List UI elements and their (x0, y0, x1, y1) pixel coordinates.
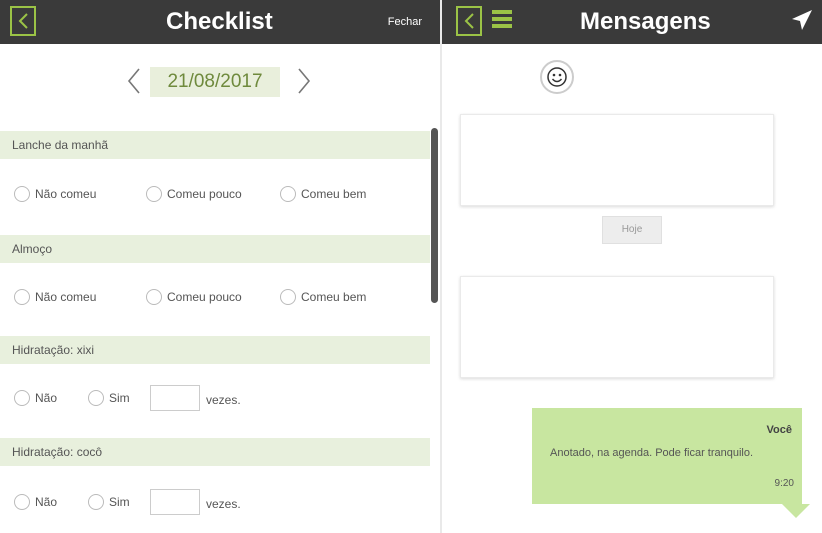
back-icon (18, 13, 28, 29)
count-suffix: vezes. (206, 393, 241, 407)
day-separator: Hoje (602, 216, 662, 244)
option-label: Não comeu (35, 290, 97, 304)
section-heading: Hidratação: cocô (0, 438, 430, 466)
count-input[interactable] (150, 385, 200, 411)
option-label: Comeu pouco (167, 290, 242, 304)
back-button[interactable] (10, 6, 36, 36)
date-value[interactable]: 21/08/2017 (150, 67, 280, 97)
radio-option[interactable]: Não comeu (14, 186, 96, 202)
radio-option[interactable]: Não (14, 390, 57, 406)
checklist-title: Checklist (166, 8, 273, 35)
checklist-panel: Checklist Fechar 21/08/2017 Lanche da ma… (0, 0, 440, 533)
send-icon[interactable] (790, 8, 814, 32)
option-label: Sim (109, 495, 130, 509)
option-label: Comeu bem (301, 290, 367, 304)
radio-option[interactable]: Sim (88, 390, 130, 406)
section-heading: Almoço (0, 235, 430, 263)
radio-icon (146, 186, 162, 202)
radio-option[interactable]: Não (14, 494, 57, 510)
radio-icon (88, 494, 104, 510)
checklist-header: Checklist Fechar (0, 0, 440, 44)
radio-icon (280, 186, 296, 202)
section-heading: Hidratação: xixi (0, 336, 430, 364)
radio-option[interactable]: Comeu pouco (146, 186, 242, 202)
chevron-left-icon[interactable] (126, 66, 142, 96)
radio-icon (280, 289, 296, 305)
radio-icon (14, 186, 30, 202)
option-label: Comeu bem (301, 187, 367, 201)
back-icon (464, 13, 474, 29)
option-label: Comeu pouco (167, 187, 242, 201)
count-input[interactable] (150, 489, 200, 515)
radio-icon (14, 289, 30, 305)
messages-panel: Mensagens Hoje Você Anotado, na agenda. … (442, 0, 822, 533)
menu-icon[interactable] (492, 10, 512, 30)
close-button[interactable]: Fechar (388, 0, 422, 44)
radio-option[interactable]: Comeu bem (280, 186, 366, 202)
option-label: Não comeu (35, 187, 97, 201)
radio-option[interactable]: Comeu bem (280, 289, 366, 305)
radio-option[interactable]: Sim (88, 494, 130, 510)
message-bubble: Você Anotado, na agenda. Pode ficar tran… (532, 408, 802, 504)
scrollbar[interactable] (431, 128, 438, 303)
emoji-icon[interactable] (540, 60, 574, 94)
date-navigator: 21/08/2017 (0, 62, 440, 102)
option-label: Sim (109, 391, 130, 405)
option-label: Não (35, 495, 58, 509)
back-button[interactable] (456, 6, 482, 36)
section-heading: Lanche da manhã (0, 131, 430, 159)
radio-icon (88, 390, 104, 406)
bubble-tail (782, 504, 810, 518)
message-sender: Você (766, 424, 792, 436)
message-text: Anotado, na agenda. Pode ficar tranquilo… (550, 447, 754, 459)
messages-title: Mensagens (580, 8, 711, 35)
radio-icon (14, 390, 30, 406)
chevron-right-icon[interactable] (296, 66, 312, 96)
radio-option[interactable]: Comeu pouco (146, 289, 242, 305)
option-label: Não (35, 391, 58, 405)
message-card (460, 276, 774, 378)
radio-icon (14, 494, 30, 510)
message-card (460, 114, 774, 206)
messages-header: Mensagens (442, 0, 822, 44)
radio-option[interactable]: Não comeu (14, 289, 96, 305)
message-time: 9:20 (774, 478, 794, 489)
count-suffix: vezes. (206, 497, 241, 511)
radio-icon (146, 289, 162, 305)
